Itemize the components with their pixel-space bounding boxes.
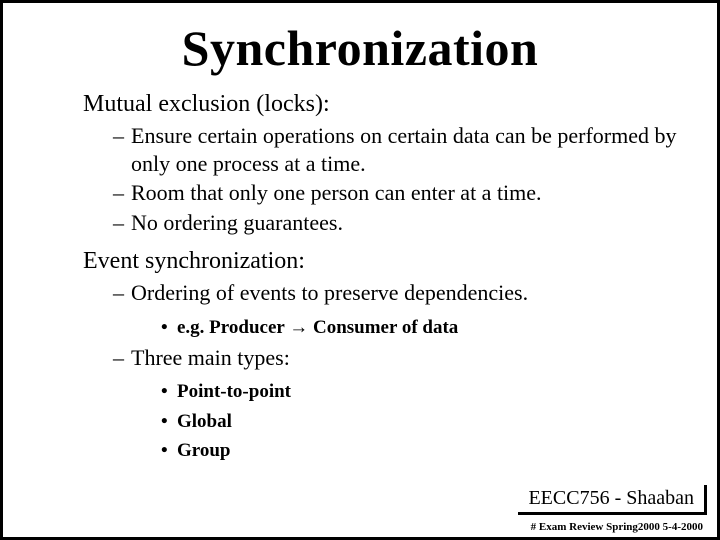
- example-suffix: Consumer of data: [308, 317, 458, 338]
- footer-course-box: EECC756 - Shaaban: [518, 485, 707, 515]
- eventsync-list: Ordering of events to preserve dependenc…: [83, 279, 687, 307]
- slide: Synchronization Mutual exclusion (locks)…: [0, 0, 720, 540]
- eventsync-type: Global: [161, 407, 687, 436]
- slide-body: Mutual exclusion (locks): Ensure certain…: [33, 91, 687, 466]
- eventsync-types-list: Point-to-point Global Group: [83, 377, 687, 465]
- eventsync-example: e.g. Producer → Consumer of data: [161, 313, 687, 342]
- section-heading-mutex: Mutual exclusion (locks):: [83, 91, 687, 118]
- arrow-icon: →: [289, 317, 308, 338]
- eventsync-types-heading: Three main types:: [113, 344, 687, 372]
- example-prefix: e.g. Producer: [177, 317, 289, 338]
- mutex-item: Ensure certain operations on certain dat…: [113, 122, 687, 177]
- eventsync-ordering: Ordering of events to preserve dependenc…: [113, 279, 687, 307]
- footer-meta: # Exam Review Spring2000 5-4-2000: [531, 521, 703, 533]
- eventsync-type: Group: [161, 436, 687, 465]
- mutex-item: Room that only one person can enter at a…: [113, 179, 687, 207]
- mutex-item: No ordering guarantees.: [113, 209, 687, 237]
- eventsync-example-list: e.g. Producer → Consumer of data: [83, 313, 687, 342]
- eventsync-type: Point-to-point: [161, 377, 687, 406]
- eventsync-types-heading-list: Three main types:: [83, 344, 687, 372]
- section-heading-eventsync: Event synchronization:: [83, 248, 687, 275]
- slide-title: Synchronization: [33, 19, 687, 77]
- mutex-list: Ensure certain operations on certain dat…: [83, 122, 687, 236]
